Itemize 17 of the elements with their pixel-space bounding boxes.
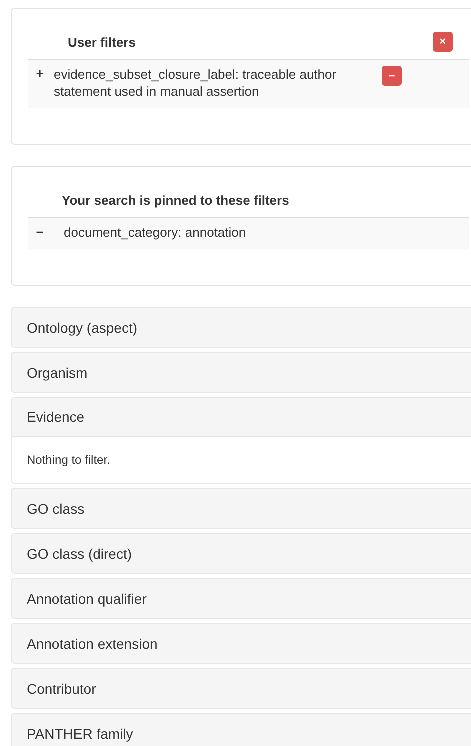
facet-header[interactable]: Contributor (12, 669, 471, 708)
facet-header[interactable]: Evidence (12, 398, 471, 437)
filter-text: evidence_subset_closure_label: traceable author statement used in manual assertion (54, 66, 338, 100)
panel-title: User filters (68, 34, 137, 50)
facet-header[interactable]: GO class (direct) (12, 534, 471, 573)
facet-header[interactable]: Ontology (aspect) (12, 308, 471, 347)
remove-filter-button[interactable]: – (382, 66, 402, 86)
filter-sign[interactable]: + (34, 66, 46, 81)
filter-text: document_category: annotation (64, 224, 248, 241)
clear-filters-button[interactable]: × (433, 32, 453, 52)
facet-header[interactable]: PANTHER family (12, 714, 471, 746)
facet-header[interactable]: Annotation qualifier (12, 579, 471, 618)
facet-header[interactable]: Organism (12, 353, 471, 392)
facet-header[interactable]: GO class (12, 489, 471, 528)
panel-title: Your search is pinned to these filters (62, 192, 290, 208)
facet-header[interactable]: Annotation extension (12, 624, 471, 663)
filter-sign: – (35, 224, 45, 239)
